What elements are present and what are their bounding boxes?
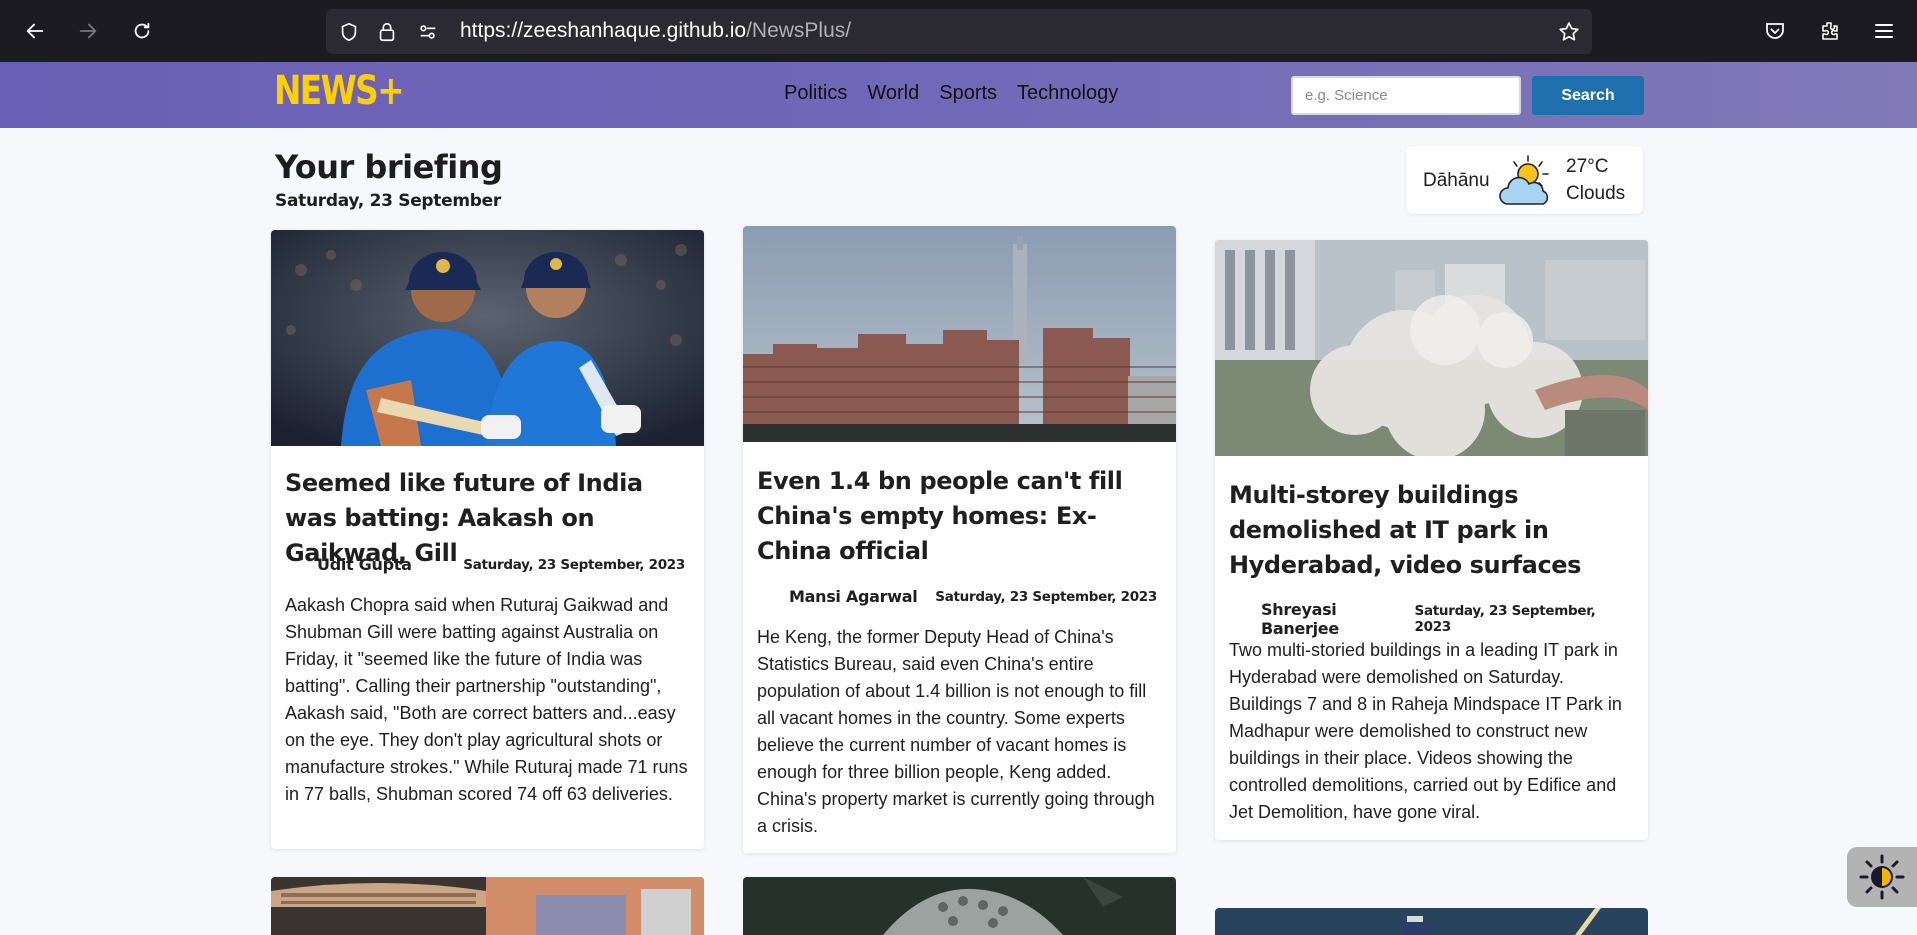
- forward-button[interactable]: [70, 13, 106, 49]
- pocket-button[interactable]: [1757, 13, 1793, 49]
- article-summary: Aakash Chopra said when Ruturaj Gaikwad …: [285, 595, 688, 804]
- url-path: /NewsPlus/: [746, 19, 852, 42]
- bookmark-star-icon[interactable]: [1557, 20, 1581, 44]
- news-card[interactable]: Multi-storey buildings demolished at IT …: [1215, 240, 1648, 840]
- pocket-icon: [1766, 23, 1784, 39]
- browser-toolbar: https://zeeshanhaque.github.io/NewsPlus/: [0, 0, 1917, 62]
- address-bar[interactable]: https://zeeshanhaque.github.io/NewsPlus/: [326, 9, 1592, 54]
- article-date: Saturday, 23 September, 2023: [935, 588, 1157, 605]
- url-text[interactable]: https://zeeshanhaque.github.io/NewsPlus/: [460, 19, 851, 43]
- url-host: https://zeeshanhaque.github.io: [460, 19, 747, 42]
- lock-icon[interactable]: [375, 20, 399, 44]
- article-author: Udit Gupta: [317, 555, 412, 574]
- arrow-right-icon: [79, 23, 97, 39]
- article-headline[interactable]: Multi-storey buildings demolished at IT …: [1229, 478, 1639, 583]
- nav-sports[interactable]: Sports: [939, 82, 997, 105]
- search-button[interactable]: Search: [1532, 76, 1644, 115]
- arrow-left-icon: [26, 23, 44, 39]
- nav-world[interactable]: World: [867, 82, 919, 105]
- extensions-button[interactable]: [1812, 13, 1848, 49]
- menu-button[interactable]: [1866, 13, 1902, 49]
- article-meta: Mansi Agarwal Saturday, 23 September, 20…: [757, 587, 1157, 606]
- nav-politics[interactable]: Politics: [784, 82, 847, 105]
- article-image: [1215, 908, 1648, 935]
- nav-technology[interactable]: Technology: [1017, 82, 1118, 105]
- main-nav: Politics World Sports Technology: [784, 82, 1118, 105]
- article-date: Saturday, 23 September, 2023: [463, 556, 685, 573]
- article-image[interactable]: [1215, 240, 1648, 456]
- shield-icon[interactable]: [337, 20, 361, 44]
- hamburger-menu-icon: [1875, 24, 1893, 38]
- news-card-image[interactable]: [1215, 908, 1648, 935]
- article-meta: Udit Gupta Saturday, 23 September, 2023: [285, 555, 685, 574]
- article-author: Mansi Agarwal: [789, 587, 918, 606]
- weather-condition: Clouds: [1566, 183, 1626, 204]
- reload-button[interactable]: [124, 13, 160, 49]
- page-title: Your briefing: [275, 148, 503, 186]
- theme-toggle-button[interactable]: [1847, 847, 1917, 907]
- site-header: NEWS+ Politics World Sports Technology S…: [0, 62, 1917, 128]
- back-button[interactable]: [17, 13, 53, 49]
- article-image[interactable]: [271, 230, 704, 446]
- briefing-date: Saturday, 23 September: [275, 191, 501, 211]
- sun-half-icon: [1859, 854, 1905, 900]
- article-meta: Shreyasi Banerjee Saturday, 23 September…: [1229, 600, 1629, 638]
- article-date: Saturday, 23 September, 2023: [1414, 603, 1596, 635]
- article-image: [271, 877, 704, 935]
- puzzle-icon: [1822, 22, 1838, 40]
- article-summary: Two multi-storied buildings in a leading…: [1229, 640, 1622, 822]
- article-author: Shreyasi Banerjee: [1261, 600, 1339, 638]
- news-card-image[interactable]: [743, 877, 1176, 935]
- article-summary: He Keng, the former Deputy Head of China…: [757, 627, 1155, 836]
- reload-icon: [134, 22, 150, 39]
- search-input[interactable]: [1291, 76, 1521, 115]
- weather-widget: Dāhānu 27°C Clouds: [1406, 146, 1643, 214]
- news-card[interactable]: Even 1.4 bn people can't fill China's em…: [743, 226, 1176, 853]
- site-logo[interactable]: NEWS+: [274, 68, 405, 114]
- article-headline[interactable]: Even 1.4 bn people can't fill China's em…: [757, 464, 1167, 569]
- news-card-image[interactable]: [271, 877, 704, 935]
- weather-city: Dāhānu: [1423, 170, 1490, 191]
- article-image: [743, 877, 1176, 935]
- permissions-icon[interactable]: [416, 20, 440, 44]
- news-card[interactable]: Seemed like future of India was batting:…: [271, 230, 704, 849]
- partly-cloudy-icon: [1499, 155, 1549, 205]
- weather-temperature: 27°C: [1566, 156, 1609, 177]
- article-image[interactable]: [743, 226, 1176, 442]
